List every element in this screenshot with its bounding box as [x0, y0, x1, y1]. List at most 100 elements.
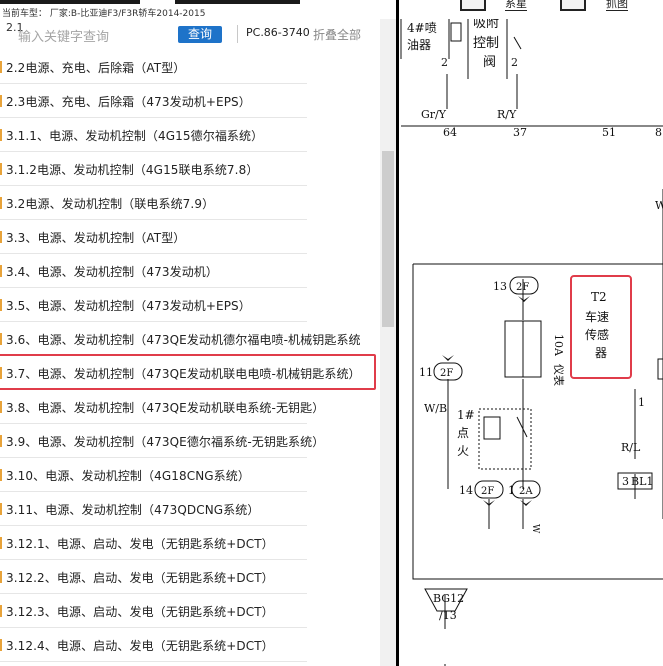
- tree-item-label: 3.11、电源、发动机控制（473QDCNG系统）: [6, 503, 260, 517]
- wire-label: R/L: [621, 441, 641, 454]
- sensor-label: 器: [595, 346, 607, 360]
- bottom-frame: [412, 539, 663, 580]
- tree-item-label: 3.10、电源、发动机控制（4G18CNG系统）: [6, 469, 250, 483]
- sensor-label: 车速: [585, 309, 609, 324]
- fuse-label: 10A: [552, 334, 565, 357]
- tree-item[interactable]: 3.12.4、电源、启动、发电（无钥匙系统+DCT）: [0, 628, 307, 662]
- arrow-icon: [442, 355, 454, 361]
- arrow-icon: [518, 296, 530, 302]
- wiring-diagram-panel: 4#喷 油器 2 吸附 控制 阀 2 Gr/Y R/Y 64 37 51 8 W…: [399, 19, 663, 666]
- search-button[interactable]: 查询: [178, 26, 222, 43]
- connector-label: 2F: [440, 368, 453, 379]
- divider: [237, 25, 238, 43]
- tree-item[interactable]: 3.9、电源、发动机控制（473QE德尔福系统-无钥匙系统）: [0, 424, 324, 458]
- capture-icon[interactable]: [560, 0, 586, 11]
- tree-item-label: 3.12.4、电源、启动、发电（无钥匙系统+DCT）: [6, 639, 274, 653]
- tree-item[interactable]: 3.2电源、发动机控制（联电系统7.9）: [0, 186, 307, 220]
- valve-symbol: [513, 36, 522, 50]
- tree-item-label: 3.8、电源、发动机控制（473QE发动机联电系统-无钥匙）: [6, 401, 325, 415]
- tree-item-label: 3.6、电源、发动机控制（473QE发动机德尔福电喷-机械钥匙系统: [6, 333, 361, 347]
- tree-item-label: 3.9、电源、发动机控制（473QE德尔福系统-无钥匙系统）: [6, 435, 325, 449]
- ground-label: BG12: [433, 592, 464, 605]
- tree-item-label: 3.7、电源、发动机控制（473QE发动机联电电喷-机械钥匙系统）: [6, 367, 361, 381]
- tree-item-label: 3.1.2电源、发动机控制（4G15联电系统7.8）: [6, 163, 259, 177]
- catalog-panel: 2.1 查询 PC.86-3740 折叠全部 2.2电源、充电、后除霜（AT型）…: [0, 19, 396, 666]
- pin-label: 1: [508, 484, 515, 497]
- tree-item[interactable]: 2.2电源、充电、后除霜（AT型）: [0, 50, 307, 84]
- tree-scrollbar[interactable]: [380, 19, 396, 666]
- tree-item[interactable]: 3.4、电源、发动机控制（473发动机）: [0, 254, 307, 288]
- tree-item[interactable]: 3.12.1、电源、启动、发电（无钥匙系统+DCT）: [0, 526, 307, 560]
- tree-item[interactable]: 3.3、电源、发动机控制（AT型）: [0, 220, 307, 254]
- sensor-pin-box: [657, 358, 663, 380]
- search-input[interactable]: [16, 25, 170, 47]
- current-car-model: 当前车型： 厂家:B-比亚迪F3/F3R轿车2014-2015: [2, 9, 206, 19]
- connector-label: 2A: [519, 486, 533, 497]
- diagram-label: 2: [511, 56, 518, 69]
- diagram-label: 2: [441, 56, 448, 69]
- wire-label: R/Y: [497, 108, 517, 121]
- connector-label: BL1: [631, 475, 653, 488]
- wire-label: W: [655, 199, 663, 212]
- bottom-wire: [488, 499, 524, 529]
- catalog-tree: 2.2电源、充电、后除霜（AT型） 2.3电源、充电、后除霜（473发动机+EP…: [0, 50, 380, 662]
- tree-item-label: 3.4、电源、发动机控制（473发动机）: [6, 265, 218, 279]
- diagram-label: 阀: [483, 55, 496, 70]
- search-row: 2.1 查询 PC.86-3740 折叠全部: [0, 19, 396, 50]
- tree-item[interactable]: 3.10、电源、发动机控制（4G18CNG系统）: [0, 458, 307, 492]
- toolbar-button-label[interactable]: 系星: [505, 0, 527, 11]
- tree-item[interactable]: 3.8、电源、发动机控制（473QE发动机联电系统-无钥匙）: [0, 390, 324, 424]
- tree-item-label: 3.2电源、发动机控制（联电系统7.9）: [6, 197, 215, 211]
- relay-switch: [516, 416, 528, 438]
- tree-item[interactable]: 3.12.3、电源、启动、发电（无钥匙系统+DCT）: [0, 594, 307, 628]
- connector-label: 2F: [481, 486, 494, 497]
- pin-label: 51: [602, 126, 616, 139]
- diagram-label: 油器: [407, 38, 431, 52]
- sensor-label: T2: [591, 290, 607, 304]
- ground-label: /13: [439, 609, 457, 622]
- top-toolbar: 当前车型： 厂家:B-比亚迪F3/F3R轿车2014-2015 系星 抓图: [0, 0, 663, 19]
- wiring-diagram: 4#喷 油器 2 吸附 控制 阀 2 Gr/Y R/Y 64 37 51 8 W…: [400, 19, 663, 666]
- connector-label: 2F: [516, 282, 529, 293]
- pin-label: 8: [655, 126, 662, 139]
- tree-item-label: 3.1.1、电源、发动机控制（4G15德尔福系统）: [6, 129, 264, 143]
- layout-icon[interactable]: [460, 0, 486, 11]
- tree-item[interactable]: 2.3电源、充电、后除霜（473发动机+EPS）: [0, 84, 307, 118]
- toolbar-dark-strip: [175, 0, 300, 4]
- tree-item[interactable]: 3.5、电源、发动机控制（473发动机+EPS）: [0, 288, 307, 322]
- tree-item-label: 3.12.3、电源、启动、发电（无钥匙系统+DCT）: [6, 605, 274, 619]
- pin-label: 14: [459, 484, 473, 497]
- fuse-label: 仪表: [552, 364, 566, 386]
- scrollbar-thumb[interactable]: [382, 151, 394, 327]
- tree-item-label: 3.12.1、电源、启动、发电（无钥匙系统+DCT）: [6, 537, 274, 551]
- injector-symbol: [450, 22, 462, 42]
- page-code: PC.86-3740: [246, 26, 310, 39]
- relay-label: 火: [457, 444, 469, 458]
- tree-item-label: 3.3、电源、发动机控制（AT型）: [6, 231, 186, 245]
- sensor-label: 传感: [585, 327, 609, 342]
- tree-item[interactable]: 3.6、电源、发动机控制（473QE发动机德尔福电喷-机械钥匙系统: [0, 322, 361, 356]
- relay-label: 1#: [457, 408, 475, 422]
- pin-label: 3: [622, 475, 629, 488]
- pin-label: 1: [638, 396, 645, 409]
- tree-item-selected[interactable]: 3.7、电源、发动机控制（473QE发动机联电电喷-机械钥匙系统）: [0, 354, 376, 390]
- relay-label: 点: [457, 426, 469, 440]
- collapse-all-button[interactable]: 折叠全部: [313, 26, 361, 43]
- toolbar-dark-strip: [0, 0, 140, 4]
- diagram-label: 4#喷: [407, 21, 437, 35]
- ground-frame: [412, 263, 663, 539]
- tree-item[interactable]: 3.1.1、电源、发动机控制（4G15德尔福系统）: [0, 118, 307, 152]
- pin-label: 11: [419, 366, 433, 379]
- tree-item-label: 3.5、电源、发动机控制（473发动机+EPS）: [6, 299, 251, 313]
- arrow-icon: [520, 500, 532, 506]
- wire-label: W: [530, 524, 540, 534]
- tree-item[interactable]: 3.1.2电源、发动机控制（4G15联电系统7.8）: [0, 152, 307, 186]
- tree-item-label: 2.2电源、充电、后除霜（AT型）: [6, 61, 186, 75]
- pin-label: 37: [513, 126, 527, 139]
- diagram-label: 吸附: [473, 19, 499, 31]
- wire-label: Gr/Y: [421, 108, 447, 121]
- relay-coil: [483, 416, 501, 440]
- capture-button-label[interactable]: 抓图: [606, 0, 628, 11]
- tree-item[interactable]: 3.11、电源、发动机控制（473QDCNG系统）: [0, 492, 307, 526]
- tree-item[interactable]: 3.12.2、电源、启动、发电（无钥匙系统+DCT）: [0, 560, 307, 594]
